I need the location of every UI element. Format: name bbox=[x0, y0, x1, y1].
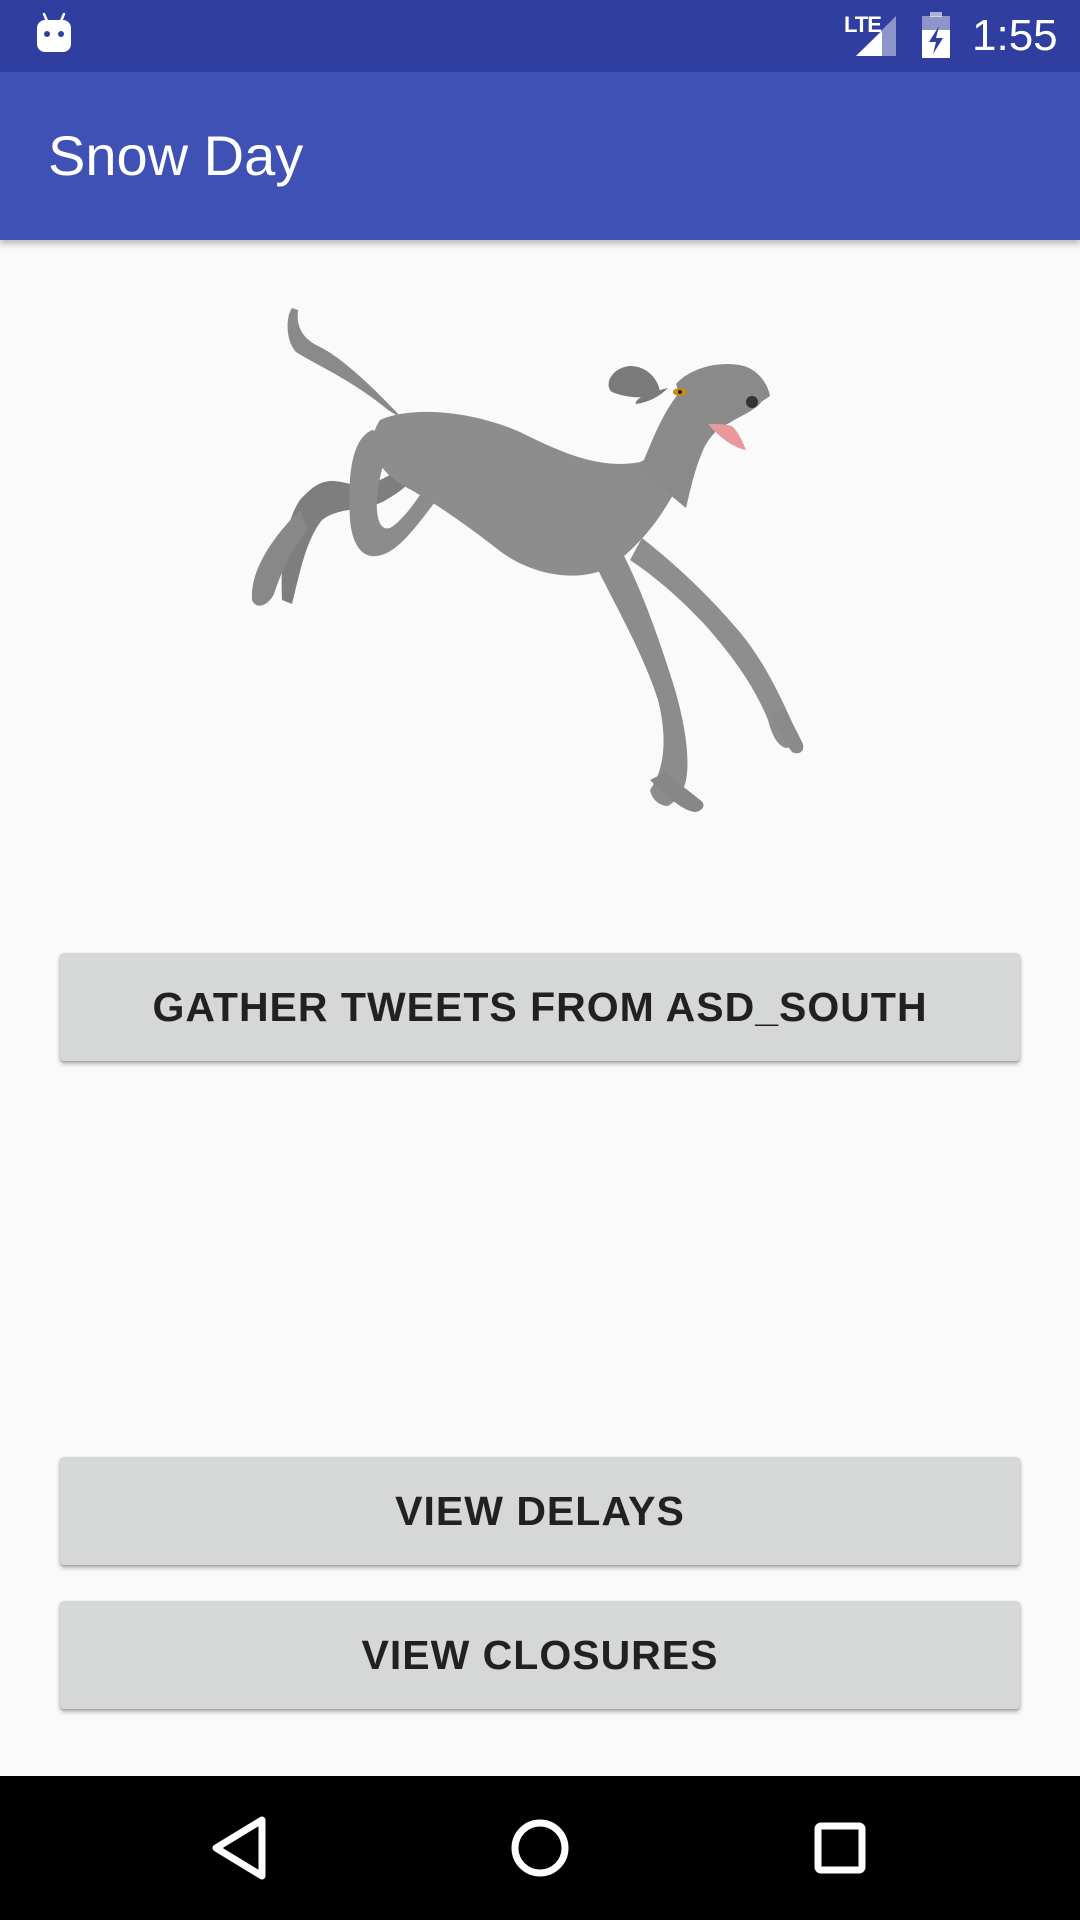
view-closures-button[interactable]: VIEW CLOSURES bbox=[60, 1601, 1020, 1709]
recents-icon[interactable] bbox=[790, 1798, 890, 1898]
view-delays-button[interactable]: VIEW DELAYS bbox=[60, 1457, 1020, 1565]
app-bar: Snow Day bbox=[0, 72, 1080, 240]
navigation-bar bbox=[0, 1776, 1080, 1920]
status-bar: LTE 1:55 bbox=[0, 0, 1080, 72]
battery-charging-icon bbox=[922, 12, 950, 58]
android-debug-icon bbox=[37, 12, 71, 52]
back-icon[interactable] bbox=[190, 1798, 290, 1898]
status-time: 1:55 bbox=[972, 11, 1058, 60]
running-greyhound-image bbox=[251, 308, 804, 812]
app-title: Snow Day bbox=[48, 124, 304, 187]
home-icon[interactable] bbox=[490, 1798, 590, 1898]
gather-tweets-button[interactable]: GATHER TWEETS FROM ASD_SOUTH bbox=[60, 953, 1020, 1061]
signal-icon bbox=[856, 16, 896, 56]
